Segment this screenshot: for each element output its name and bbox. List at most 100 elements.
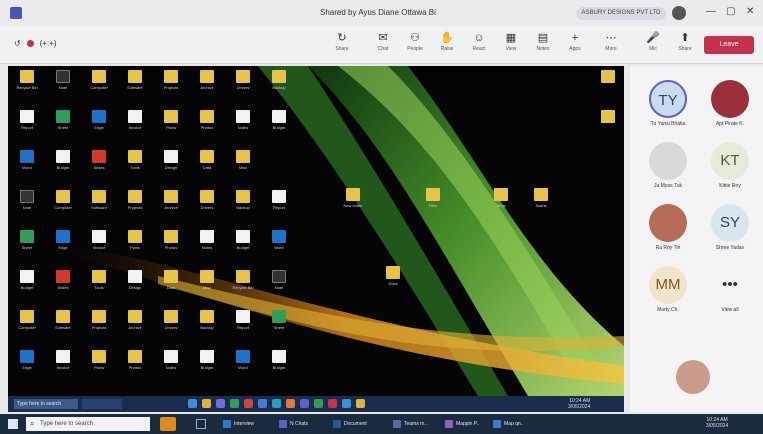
desktop-icon[interactable]: Sheet xyxy=(12,230,42,270)
toolbar-button-share[interactable]: ↻ Share xyxy=(325,30,359,60)
desktop-icon[interactable]: Invoice xyxy=(120,110,150,150)
desktop-icon[interactable]: Report xyxy=(264,190,294,230)
desktop-icon[interactable]: Drivers xyxy=(156,310,186,350)
desktop-icon[interactable]: Scans xyxy=(526,188,556,228)
desktop-icon[interactable]: Invoice xyxy=(84,230,114,270)
desktop-icon[interactable]: Drivers xyxy=(192,190,222,230)
desktop-icon[interactable]: Archive xyxy=(120,310,150,350)
leave-button[interactable]: Leave xyxy=(704,36,754,54)
desktop-icon[interactable]: Sheet xyxy=(264,310,294,350)
desktop-icon[interactable]: Computer xyxy=(12,310,42,350)
taskbar-app[interactable]: N Chats xyxy=(278,417,308,431)
desktop-icon[interactable] xyxy=(593,110,623,150)
toolbar-button-notes[interactable]: ▤ Notes xyxy=(526,30,560,60)
participant-tile[interactable]: TY Tu Yansi Bhatia xyxy=(642,80,694,136)
desktop-icon[interactable]: Notes xyxy=(192,230,222,270)
toolbar-button-mic[interactable]: 🎤 Mic xyxy=(636,30,670,60)
desktop-icon[interactable]: Plans xyxy=(156,110,186,150)
desktop-icon[interactable]: Software xyxy=(48,310,78,350)
desktop-icon[interactable]: Misc xyxy=(228,150,258,190)
desktop-icon[interactable]: Tools xyxy=(84,270,114,310)
system-clock[interactable]: 10:24 AM 3/05/2024 xyxy=(706,417,728,429)
desktop-icon[interactable] xyxy=(593,70,623,110)
taskbar-app[interactable]: Interview xyxy=(222,417,254,431)
back-icon[interactable]: ↺ xyxy=(14,39,21,48)
toolbar-button-share[interactable]: ⬆ Share xyxy=(668,30,702,60)
desktop-icon[interactable]: Budget xyxy=(264,110,294,150)
desktop-icon[interactable]: Report xyxy=(228,310,258,350)
desktop-icon[interactable]: Recycle Bin xyxy=(228,270,258,310)
desktop-icon[interactable]: Budget xyxy=(264,350,294,390)
desktop-icon[interactable]: Misc xyxy=(192,270,222,310)
desktop-icon[interactable]: Edge xyxy=(48,230,78,270)
taskbar-app[interactable]: Document xyxy=(332,417,367,431)
toolbar-button-react[interactable]: ☺ React xyxy=(462,30,496,60)
participant-tile[interactable]: Ja Myas Tuk xyxy=(642,142,694,198)
desktop-icon[interactable]: Plans xyxy=(84,350,114,390)
desktop-icon[interactable]: Slides xyxy=(84,150,114,190)
toolbar-button-people[interactable]: ⚇ People xyxy=(398,30,432,60)
desktop-icon[interactable]: Edge xyxy=(84,110,114,150)
profile-avatar[interactable] xyxy=(672,6,686,20)
close-button[interactable]: ✕ xyxy=(746,6,754,17)
desktop-icon[interactable]: Computer xyxy=(84,70,114,110)
desktop-icon[interactable]: Archive xyxy=(192,70,222,110)
desktop-icon[interactable]: Software xyxy=(84,190,114,230)
desktop-icon[interactable]: Word xyxy=(264,230,294,270)
desktop-icon[interactable]: Archive xyxy=(156,190,186,230)
taskbar-search-box[interactable]: ⌕ Type here to search xyxy=(26,417,150,431)
taskbar-app[interactable]: Teams m.. xyxy=(392,417,427,431)
participant-tile[interactable]: MM Murty Ch. xyxy=(642,266,694,322)
desktop-icon[interactable]: Tools xyxy=(120,150,150,190)
participant-tile[interactable]: KT Kittie Roy xyxy=(704,142,756,198)
desktop-icon[interactable]: Word xyxy=(228,350,258,390)
toolbar-button-raise[interactable]: ✋ Raise xyxy=(430,30,464,60)
desktop-icon[interactable]: Photos xyxy=(192,110,222,150)
desktop-icon[interactable]: Slides xyxy=(48,270,78,310)
desktop-icon[interactable]: Plans xyxy=(120,230,150,270)
desktop-icon[interactable]: Notes xyxy=(156,350,186,390)
toolbar-button-view[interactable]: ▦ View xyxy=(494,30,528,60)
participant-tile[interactable]: ••• View all xyxy=(704,266,756,322)
desktop-icon[interactable]: Backup xyxy=(192,310,222,350)
desktop-icon[interactable]: Design xyxy=(156,150,186,190)
file-explorer-icon[interactable] xyxy=(196,419,206,429)
desktop-icon[interactable]: Word xyxy=(12,150,42,190)
toolbar-button-more[interactable]: ⋯ More xyxy=(594,30,628,60)
desktop-icon[interactable]: Photos xyxy=(120,350,150,390)
desktop-icon[interactable]: Invoice xyxy=(48,350,78,390)
desktop-icon[interactable]: Sheet xyxy=(48,110,78,150)
desktop-icon[interactable]: Projects xyxy=(156,70,186,110)
desktop-icon[interactable]: Projects xyxy=(120,190,150,230)
desktop-icon[interactable]: Files xyxy=(418,188,448,228)
desktop-icon[interactable]: Budget xyxy=(228,230,258,270)
desktop-icon[interactable]: Report xyxy=(12,110,42,150)
desktop-icon[interactable]: Edge xyxy=(12,350,42,390)
participant-tile[interactable]: Apt Pirate K. xyxy=(704,80,756,136)
desktop-icon[interactable]: Note xyxy=(12,190,42,230)
desktop-icon[interactable]: Note xyxy=(48,70,78,110)
participant-tile[interactable]: Ra Roy Tin xyxy=(642,204,694,260)
desktop-icon[interactable]: Computer xyxy=(48,190,78,230)
desktop-icon[interactable]: Backup xyxy=(264,70,294,110)
desktop-icon[interactable]: Docs xyxy=(378,266,408,306)
minimize-button[interactable]: — xyxy=(706,6,716,17)
org-switcher[interactable]: ASBURY DESIGNS PVT LTD xyxy=(576,7,666,20)
desktop-icon[interactable]: Design xyxy=(120,270,150,310)
self-video-tile[interactable] xyxy=(676,360,710,394)
desktop-icon[interactable]: Budget xyxy=(48,150,78,190)
desktop-icon[interactable]: Note xyxy=(264,270,294,310)
windows-start-icon[interactable] xyxy=(8,419,18,429)
toolbar-button-apps[interactable]: + Apps xyxy=(558,30,592,60)
desktop-icon[interactable]: Software xyxy=(120,70,150,110)
desktop-icon[interactable]: Projects xyxy=(84,310,114,350)
desktop-icon[interactable]: Data xyxy=(156,270,186,310)
desktop-icon[interactable]: Drivers xyxy=(228,70,258,110)
participant-tile[interactable]: SY Shree Yadav xyxy=(704,204,756,260)
desktop-icon[interactable]: Budget xyxy=(192,350,222,390)
desktop-icon[interactable]: Notes xyxy=(228,110,258,150)
taskview-icon[interactable] xyxy=(160,417,176,431)
maximize-button[interactable]: ▢ xyxy=(726,6,735,17)
desktop-icon[interactable]: Backup xyxy=(228,190,258,230)
desktop-icon[interactable]: Data xyxy=(192,150,222,190)
